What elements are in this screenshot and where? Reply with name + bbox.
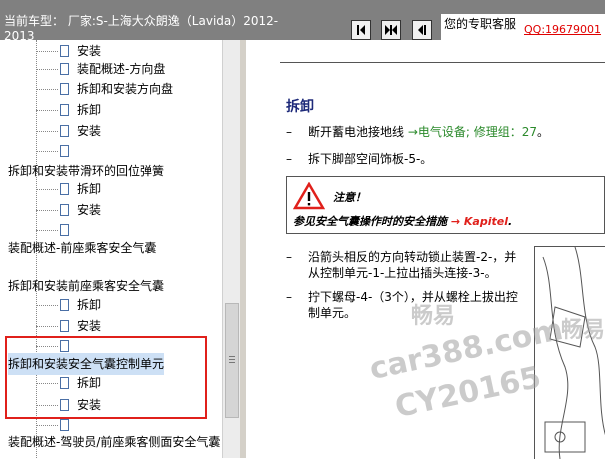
document-icon — [60, 124, 69, 137]
tree-leaf[interactable]: 安装 — [36, 315, 101, 337]
split-icon — [385, 25, 397, 35]
document-icon — [60, 144, 69, 157]
tree-leaf[interactable]: 拆卸 — [36, 178, 101, 200]
split-view-button[interactable] — [381, 20, 401, 40]
document-icon — [60, 62, 69, 75]
customer-service-box: 您的专职客服 QQ:19679001 — [441, 14, 605, 40]
document-icon — [60, 82, 69, 95]
warning-box: 注意！ 参见安全气囊操作时的安全措施 → Kapitel. — [286, 176, 605, 234]
first-page-button[interactable] — [351, 20, 371, 40]
document-icon — [60, 182, 69, 195]
watermark: 畅易 — [411, 304, 456, 329]
section-title: 拆卸 — [286, 99, 314, 115]
top-rule — [280, 62, 605, 63]
tree-leaf[interactable]: 安装 — [36, 120, 101, 142]
tree-leaf[interactable]: 安装 — [36, 199, 101, 221]
tree-leaf[interactable] — [36, 140, 77, 162]
top-bar: 当前车型： 厂家:S-上海大众朗逸（Lavida）2012-2013 您的专职客… — [0, 0, 605, 43]
figure-drawing — [542, 247, 605, 459]
tree-leaf[interactable]: 拆卸 — [36, 294, 101, 316]
installation-figure — [534, 246, 605, 459]
tree-leaf[interactable]: 拆卸和安装方向盘 — [36, 78, 173, 100]
warning-text: 参见安全气囊操作时的安全措施 → Kapitel. — [293, 215, 513, 228]
watermark: 畅易 — [561, 318, 605, 343]
qq-link[interactable]: QQ:19679001 — [524, 23, 601, 36]
prev-icon — [418, 25, 426, 35]
toc-tree: 安装 装配概述-方向盘 拆卸和安装方向盘 拆卸 安装 拆卸和安装带滑环的回位弹簧… — [0, 40, 222, 458]
document-icon — [60, 44, 69, 57]
tree-folder[interactable]: 装配概述-驾驶员/前座乘客侧面安全气囊 — [8, 431, 220, 453]
prev-page-button[interactable] — [412, 20, 432, 40]
kapitel-link[interactable]: → Kapitel — [451, 215, 508, 228]
highlight-annotation — [5, 336, 207, 419]
tree-leaf[interactable]: 装配概述-方向盘 — [36, 58, 165, 80]
document-icon — [60, 203, 69, 216]
document-pane: 拆卸 – 断开蓄电池接地线 →电气设备; 修理组：27。 – 拆下脚部空间饰板-… — [246, 40, 605, 459]
tree-folder[interactable]: 装配概述-前座乘客安全气囊 — [8, 237, 156, 259]
service-label: 您的专职客服 — [444, 17, 517, 31]
tree-scrollbar[interactable] — [222, 40, 241, 458]
document-icon — [60, 298, 69, 311]
tree-leaf[interactable]: 拆卸 — [36, 99, 101, 121]
warning-title: 注意！ — [333, 191, 366, 204]
first-icon — [357, 25, 365, 35]
document-icon — [60, 223, 69, 236]
scrollbar-thumb[interactable] — [225, 303, 239, 418]
document-icon — [60, 319, 69, 332]
document-icon — [60, 103, 69, 116]
document-icon — [60, 418, 69, 431]
warning-triangle-icon — [293, 182, 325, 210]
electrical-link[interactable]: →电气设备; 修理组：27 — [408, 125, 537, 139]
